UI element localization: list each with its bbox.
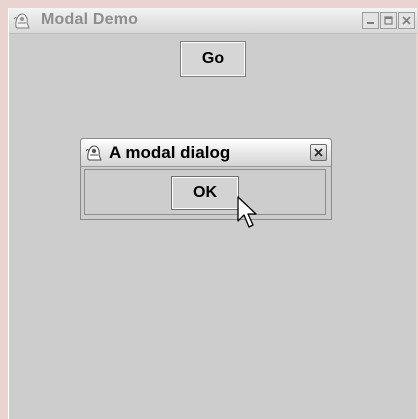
dialog-content: OK (84, 169, 326, 215)
go-button[interactable]: Go (180, 41, 246, 77)
minimize-icon[interactable] (362, 12, 379, 29)
dialog-title: A modal dialog (109, 143, 231, 162)
window-title: Modal Demo (41, 11, 139, 28)
java-duke-icon (13, 13, 30, 29)
java-duke-icon (85, 145, 102, 161)
arrow-pointer-icon (237, 196, 257, 228)
dialog-titlebar[interactable]: A modal dialog (81, 139, 331, 167)
maximize-icon[interactable] (380, 12, 397, 29)
ok-button[interactable]: OK (171, 176, 239, 210)
window-controls (362, 12, 415, 29)
modal-dialog: A modal dialog OK (80, 138, 332, 220)
close-icon[interactable] (310, 144, 327, 161)
window-titlebar[interactable]: Modal Demo (9, 8, 417, 34)
close-icon[interactable] (398, 12, 415, 29)
